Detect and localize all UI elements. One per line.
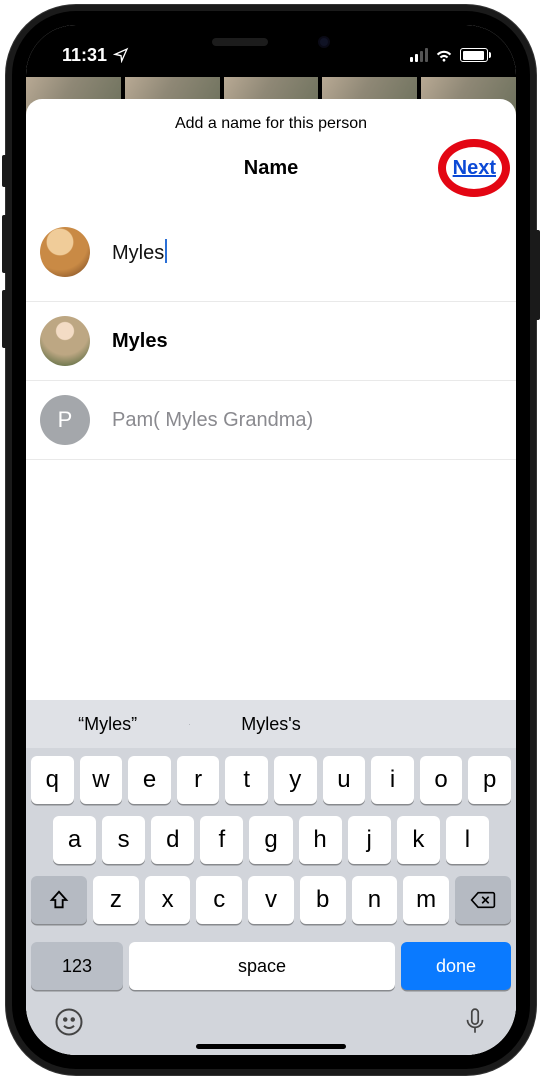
suggestion-row-pam[interactable]: P Pam( Myles Grandma) xyxy=(26,381,516,460)
front-camera xyxy=(318,36,330,48)
suggestion-avatar-letter: P xyxy=(40,395,90,445)
key-r[interactable]: r xyxy=(177,756,220,804)
status-time: 11:31 xyxy=(62,45,107,66)
notch xyxy=(161,25,381,59)
emoji-icon[interactable] xyxy=(54,1007,84,1037)
key-y[interactable]: y xyxy=(274,756,317,804)
home-indicator[interactable] xyxy=(196,1044,346,1049)
key-shift[interactable] xyxy=(31,876,87,924)
key-u[interactable]: u xyxy=(323,756,366,804)
key-t[interactable]: t xyxy=(225,756,268,804)
key-z[interactable]: z xyxy=(93,876,139,924)
key-v[interactable]: v xyxy=(248,876,294,924)
battery-icon xyxy=(460,48,488,62)
name-input-row[interactable]: Myles xyxy=(26,203,516,302)
name-input-wrap[interactable]: Myles xyxy=(112,239,502,265)
key-l[interactable]: l xyxy=(446,816,489,864)
key-b[interactable]: b xyxy=(300,876,346,924)
key-c[interactable]: c xyxy=(196,876,242,924)
backspace-icon xyxy=(470,890,496,910)
dictation-icon[interactable] xyxy=(462,1007,488,1037)
key-e[interactable]: e xyxy=(128,756,171,804)
key-i[interactable]: i xyxy=(371,756,414,804)
mute-switch xyxy=(2,155,8,187)
volume-down-button xyxy=(2,290,8,348)
key-d[interactable]: d xyxy=(151,816,194,864)
text-cursor xyxy=(165,239,167,263)
key-o[interactable]: o xyxy=(420,756,463,804)
suggestion-label: Pam( Myles Grandma) xyxy=(112,409,313,432)
wifi-icon xyxy=(434,48,454,62)
speaker-grille xyxy=(212,38,268,46)
key-space[interactable]: space xyxy=(129,942,395,990)
next-button[interactable]: Next xyxy=(453,157,496,180)
person-avatar xyxy=(40,227,90,277)
key-n[interactable]: n xyxy=(352,876,398,924)
phone-frame: 11:31 xyxy=(6,5,536,1075)
keyboard-suggestion-bar: “Myles” Myles's xyxy=(26,700,516,748)
volume-up-button xyxy=(2,215,8,273)
key-p[interactable]: p xyxy=(468,756,511,804)
keyboard-suggestion[interactable]: “Myles” xyxy=(26,714,189,735)
keyboard-suggestion[interactable]: Myles's xyxy=(189,714,352,735)
cellular-signal-icon xyxy=(410,48,428,62)
name-input[interactable]: Myles xyxy=(112,242,164,264)
key-j[interactable]: j xyxy=(348,816,391,864)
sheet-subtitle: Add a name for this person xyxy=(26,99,516,133)
key-s[interactable]: s xyxy=(102,816,145,864)
key-w[interactable]: w xyxy=(80,756,123,804)
key-backspace[interactable] xyxy=(455,876,511,924)
key-k[interactable]: k xyxy=(397,816,440,864)
key-x[interactable]: x xyxy=(145,876,191,924)
key-numbers[interactable]: 123 xyxy=(31,942,123,990)
keyboard: “Myles” Myles's q w e r t y u xyxy=(26,700,516,1055)
key-done[interactable]: done xyxy=(401,942,511,990)
key-q[interactable]: q xyxy=(31,756,74,804)
sheet-title: Name xyxy=(244,157,298,180)
name-person-sheet: Add a name for this person Name Next Myl… xyxy=(26,99,516,1055)
suggestion-row-myles[interactable]: Myles xyxy=(26,302,516,381)
key-h[interactable]: h xyxy=(299,816,342,864)
key-m[interactable]: m xyxy=(403,876,449,924)
power-button xyxy=(534,230,540,320)
key-a[interactable]: a xyxy=(53,816,96,864)
key-g[interactable]: g xyxy=(249,816,292,864)
suggestion-avatar xyxy=(40,316,90,366)
location-icon xyxy=(113,47,129,63)
suggestion-label: Myles xyxy=(112,330,168,353)
key-f[interactable]: f xyxy=(200,816,243,864)
shift-icon xyxy=(48,889,70,911)
